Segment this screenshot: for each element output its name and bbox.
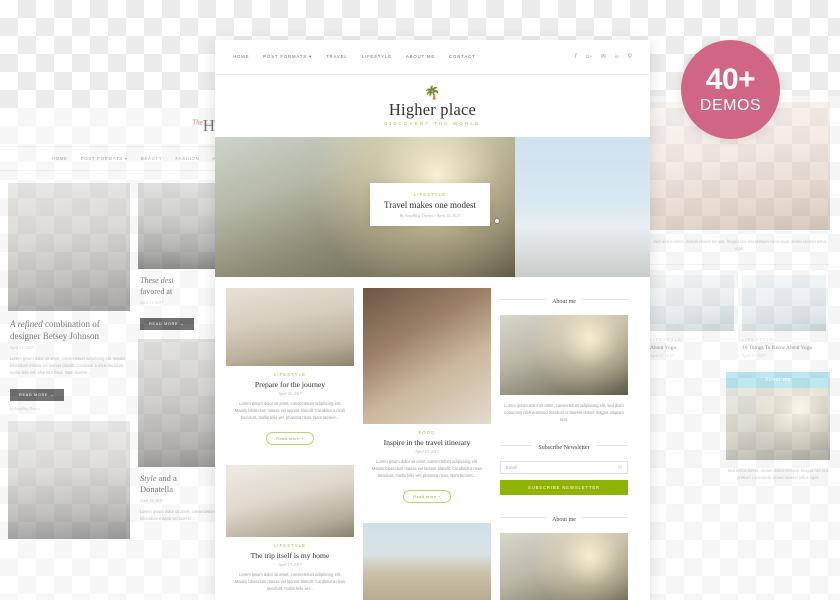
post-card[interactable]: FOOD Inspire in the travel itinerary Apr… [363,288,491,512]
left-post-excerpt-1: Lorem ipsum dolor sit amet, consectetuer… [10,356,126,375]
hero-slide-next[interactable] [515,137,650,277]
hero-meta: By EasyBlog Themes - April 14, 2017 [399,213,461,218]
search-icon[interactable]: ⚲ [628,54,632,60]
site-tagline: DISCOVERY THE WORLD [384,120,481,126]
demos-badge-label: DEMOS [699,97,762,114]
nav-item-home[interactable]: HOME [233,54,249,60]
nav-item-travel[interactable]: TRAVEL [326,54,348,60]
palm-tree-logo-icon: 🌴 [424,84,441,100]
site-branding[interactable]: 🌴 Higher place DISCOVERY THE WORLD [215,75,650,137]
left-post-image-1[interactable] [8,183,130,311]
post-image[interactable] [363,523,491,600]
divider [650,264,830,265]
newsletter-widget: Subscribe Newsletter Email ✉ SUBSCRIBE N… [500,434,628,495]
left-nav-item-fashion[interactable]: FASHION [175,156,199,161]
right-post-date-2: April 27, 2017 [742,353,766,358]
left-nav-item-beauty[interactable]: BEAUTY [141,156,163,161]
post-excerpt: Lorem ipsum dolor sit amet, consectetuer… [234,572,346,591]
post-image[interactable] [226,288,354,366]
demos-badge-count: 40+ [705,63,756,96]
right-post-title-1[interactable]: About Yoga [650,345,734,351]
right-post-image-2[interactable] [742,275,826,331]
about-me-text: Lorem ipsum dolor sit amet, consectetuer… [504,403,624,422]
facebook-icon[interactable]: f [575,54,577,60]
main-header: HOME POST FORMATS ▾ TRAVEL LIFESTYLE ABO… [215,40,650,75]
post-category[interactable]: LIFESTYLE [234,372,346,377]
post-column-middle: FOOD Inspire in the travel itinerary Apr… [363,288,491,600]
post-excerpt: Lorem ipsum dolor sit amet, consectetuer… [234,401,346,420]
newsletter-email-input[interactable]: Email ✉ [500,461,628,474]
about-me-image [500,315,628,395]
post-title[interactable]: The trip itself is my home [234,551,346,560]
right-post-title-2[interactable]: 10 Things To Know About Yoga [742,345,826,351]
read-more-button[interactable]: Read more + [403,490,451,503]
post-date: April 20, 2017 [278,391,302,396]
nav-item-about-me[interactable]: ABOUT ME [406,54,435,60]
right-post-category-2[interactable]: LIFESTYLE [742,337,826,342]
post-date: April 17, 2017 [278,562,302,567]
post-card[interactable]: LIFESTYLE The trip itself is my home Apr… [226,465,354,600]
right-widget-image [726,388,830,460]
about-me-widget-title: About me [500,508,628,526]
about-me-widget: About me Lorem ipsum dolor sit amet, con… [500,506,628,600]
twitter-icon[interactable]: ✉ [601,54,606,60]
right-top-text: Sed lectus lorem, dictum dolore tempor, … [653,239,827,251]
left-page-brand-sup: The [192,118,203,127]
about-me-widget: About me Lorem ipsum dolor sit amet, con… [500,288,628,423]
nav-item-post-formats[interactable]: POST FORMATS ▾ [263,54,312,60]
post-category[interactable]: FOOD [371,430,483,435]
nav-item-lifestyle[interactable]: LIFESTYLE [362,54,392,60]
hero-title[interactable]: Travel makes one modest [376,200,484,210]
site-title: Higher place [388,99,477,119]
left-post-byline-1: by EasyBlog Themes [10,407,40,411]
left-post-date-1: April 21, 2017 [10,345,34,350]
left-nav-item-post-formats[interactable]: POST FORMATS ▾ [81,156,128,161]
social-links[interactable]: f G+ ✉ in ⚲ [575,54,632,60]
left-read-more-button-2[interactable]: READ MORE → [140,318,194,330]
linkedin-icon[interactable]: in [615,54,619,60]
read-more-button[interactable]: Read more + [266,432,314,445]
sidebar: About me Lorem ipsum dolor sit amet, con… [500,288,628,600]
right-widget-text: Sed lectus lorem, dictum dolore tempor, … [727,468,829,480]
post-excerpt: Lorem ipsum dolor sit amet, consectetuer… [371,459,483,478]
google-plus-icon[interactable]: G+ [586,54,592,60]
envelope-icon: ✉ [617,464,622,471]
hero-slider[interactable]: LIFESTYLE Travel makes one modest By Eas… [215,137,650,277]
about-me-image [500,533,628,600]
chevron-down-icon: ▾ [124,156,128,161]
post-title[interactable]: Inspire in the travel itinerary [371,438,483,447]
left-post-image-3[interactable] [8,421,130,539]
background-page-right[interactable]: Sed lectus lorem, dictum dolore tempor, … [640,96,840,600]
subscribe-newsletter-button[interactable]: SUBSCRIBE NEWSLETTER [500,480,628,495]
nav-item-contact[interactable]: CONTACT [449,54,475,60]
post-card[interactable]: LIFESTYLE Prepare for the journey April … [226,288,354,454]
right-post-image-1[interactable] [650,275,734,331]
main-content-grid: LIFESTYLE Prepare for the journey April … [215,277,650,600]
email-placeholder: Email [506,465,517,470]
post-category[interactable]: LIFESTYLE [234,543,346,548]
left-read-more-button-1[interactable]: READ MORE → [10,389,64,401]
hero-caption-card[interactable]: LIFESTYLE Travel makes one modest By Eas… [370,183,499,226]
about-me-widget-title: About me [500,290,628,308]
left-post-title-1[interactable]: A refined combination of designer Betsey… [10,318,128,342]
newsletter-widget-title: Subscribe Newsletter [500,436,628,454]
post-image[interactable] [363,288,491,424]
post-column-left: LIFESTYLE Prepare for the journey April … [226,288,354,600]
left-nav-item-home[interactable]: HOME [52,156,68,161]
slider-next-handle[interactable] [495,219,499,223]
right-post-date-1: April 27, 2017 [650,353,674,358]
post-title[interactable]: Prepare for the journey [234,380,346,389]
right-widget-header-about-me: About me [726,372,830,388]
main-theme-preview-page[interactable]: HOME POST FORMATS ▾ TRAVEL LIFESTYLE ABO… [215,40,650,600]
right-post-category-1[interactable]: LIFESTYLE [650,337,734,342]
demos-badge[interactable]: 40+ DEMOS [681,40,780,139]
hero-category[interactable]: LIFESTYLE [376,192,484,197]
post-date: April 18, 2017 [415,449,439,454]
chevron-down-icon: ▾ [309,54,313,59]
post-image[interactable] [226,465,354,537]
post-card[interactable] [363,523,491,600]
main-nav[interactable]: HOME POST FORMATS ▾ TRAVEL LIFESTYLE ABO… [233,54,475,60]
